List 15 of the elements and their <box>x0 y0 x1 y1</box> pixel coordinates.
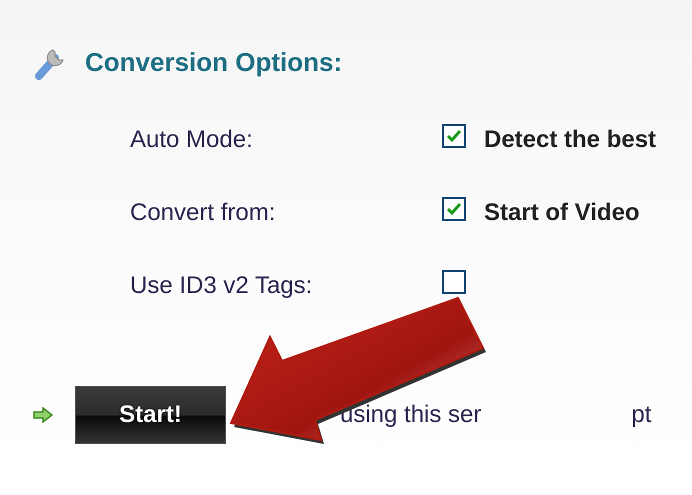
footer-text: using this ser <box>340 401 482 429</box>
start-button[interactable]: Start! <box>75 386 226 444</box>
option-value: Detect the best <box>484 126 656 154</box>
option-value: Start of Video <box>484 199 640 227</box>
check-icon <box>446 129 462 143</box>
option-label: Use ID3 v2 Tags: <box>130 272 314 300</box>
footer-text: pt <box>631 401 652 429</box>
checkbox[interactable] <box>442 124 466 148</box>
option-label: Auto Mode: <box>130 126 254 154</box>
check-icon <box>446 202 462 216</box>
checkbox[interactable] <box>442 197 466 221</box>
option-label: Convert from: <box>130 199 276 227</box>
checkbox[interactable] <box>442 270 466 294</box>
arrow-right-icon <box>33 407 53 423</box>
section-title: Conversion Options: <box>85 46 342 78</box>
